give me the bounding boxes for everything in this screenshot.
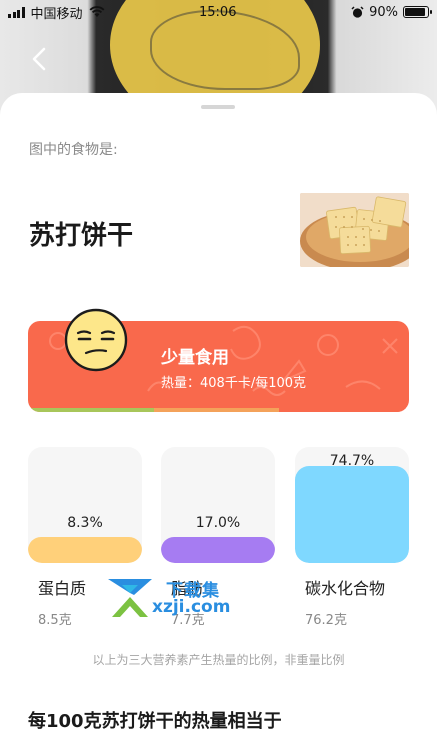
cracker-photo [300, 193, 409, 267]
level-mid-segment [153, 408, 280, 412]
status-left: 中国移动 [8, 3, 105, 22]
calorie-equivalent-title: 每100克苏打饼干的热量相当于 [28, 711, 282, 732]
watermark-site: xzji.com [152, 597, 231, 617]
macro-carbohydrate-percent: 74.7% [329, 453, 375, 469]
back-button[interactable] [22, 42, 56, 76]
drag-handle[interactable] [201, 105, 235, 109]
site-watermark: 下载集 xzji.com [104, 575, 254, 623]
recognition-prompt: 图中的食物是: [29, 142, 118, 158]
macro-fat-percent: 17.0% [195, 515, 241, 531]
wifi-icon [89, 6, 104, 17]
chevron-left-icon [32, 47, 46, 71]
result-sheet: 图中的食物是: 苏打饼干 少量食用 热量：408千卡/每100克 8.3% 蛋白… [0, 93, 437, 739]
level-low-segment [28, 408, 154, 412]
macro-carbohydrate[interactable]: 74.7% 碳水化合物 76.2克 [295, 447, 409, 628]
alarm-icon [351, 5, 364, 18]
macro-protein-percent: 8.3% [67, 515, 103, 531]
macro-carbohydrate-label: 碳水化合物 [305, 579, 386, 598]
calories-per-100g: 热量：408千卡/每100克 [161, 376, 307, 391]
food-thumbnail[interactable] [300, 193, 409, 267]
battery-percent: 90% [369, 4, 398, 20]
advice-level-bar [28, 408, 409, 412]
energy-ratio-note: 以上为三大营养素产生热量的比例，非重量比例 [92, 653, 345, 667]
macro-carbohydrate-weight: 76.2克 [305, 613, 347, 628]
macro-protein-fill [28, 537, 142, 563]
battery-icon [403, 6, 432, 18]
battery-level [405, 8, 425, 16]
level-high-segment [279, 408, 409, 412]
clock-time: 15:06 [199, 4, 237, 20]
macro-carbohydrate-fill [295, 466, 409, 563]
food-name: 苏打饼干 [29, 221, 134, 251]
macro-carbohydrate-chart: 74.7% [295, 447, 409, 563]
macro-fat-fill [161, 537, 275, 563]
macro-fat-chart: 17.0% [161, 447, 275, 563]
smirk-face-icon [64, 308, 128, 372]
carrier-name: 中国移动 [30, 6, 83, 22]
advice-title: 少量食用 [161, 348, 229, 368]
watermark-logo-icon [108, 579, 152, 617]
signal-icon [8, 6, 25, 18]
macro-protein-chart: 8.3% [28, 447, 142, 563]
status-bar: 中国移动 15:06 90% [0, 0, 437, 24]
status-right: 90% [351, 4, 432, 20]
